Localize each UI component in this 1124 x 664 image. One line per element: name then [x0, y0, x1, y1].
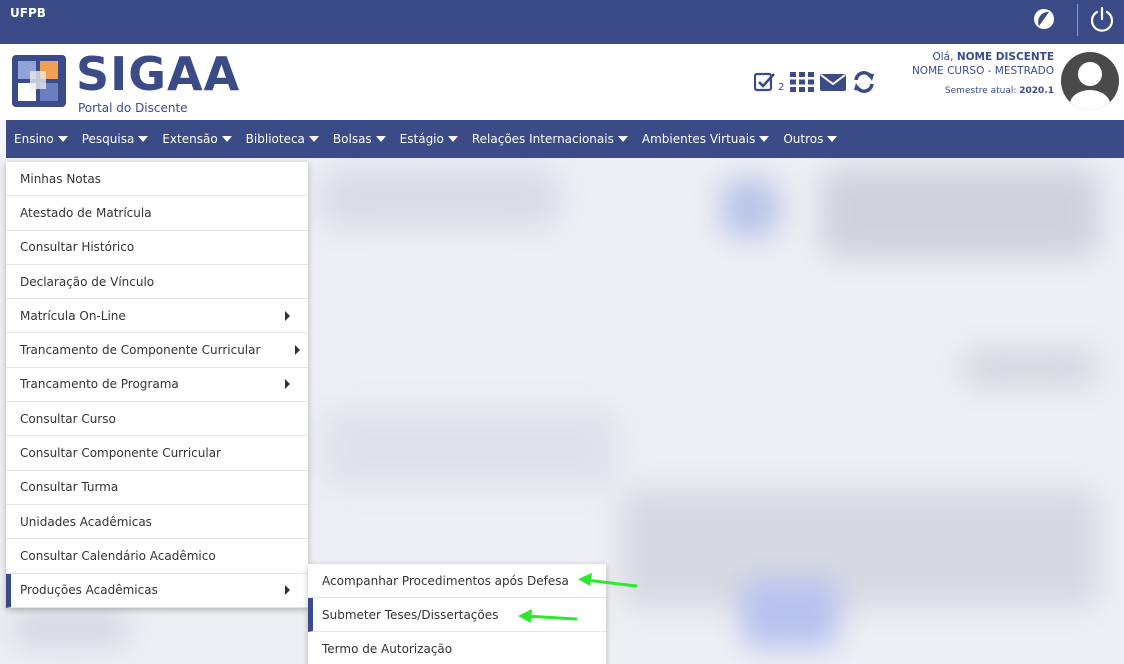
annotation-arrow-icon [518, 609, 578, 623]
mail-icon[interactable] [820, 72, 847, 92]
menu-item-label: Produções Acadêmicas [20, 583, 158, 598]
blurred-block [320, 168, 560, 228]
user-info: Olá, NOME DISCENTE NOME CURSO - MESTRADO… [912, 50, 1054, 98]
caret-down-icon [221, 136, 232, 142]
menu-item-label: Trancamento de Componente Curricular [20, 343, 261, 358]
menu-item-matricula-online[interactable]: Matrícula On-Line [6, 299, 308, 334]
caret-down-icon [827, 136, 838, 142]
nav-item-relacoes-internacionais[interactable]: Relações Internacionais [472, 132, 628, 146]
nav-label: Ambientes Virtuais [641, 132, 756, 146]
submenu-item-acompanhar-procedimentos[interactable]: Acompanhar Procedimentos após Defesa [308, 564, 606, 598]
menu-item-trancamento-componente[interactable]: Trancamento de Componente Curricular [6, 333, 308, 368]
menu-item-consultar-curso[interactable]: Consultar Curso [6, 402, 308, 437]
logo-title: SIGAA [76, 47, 241, 101]
semester-value: 2020.1 [1019, 86, 1054, 96]
check-icon[interactable] [754, 71, 776, 93]
student-name: NOME DISCENTE [956, 51, 1054, 63]
avatar[interactable] [1061, 52, 1119, 110]
semester-label: Semestre atual: [944, 86, 1017, 96]
menu-item-label: Matrícula On-Line [20, 308, 126, 323]
menu-item-label: Atestado de Matrícula [20, 205, 152, 220]
nav-label: Pesquisa [81, 132, 135, 146]
blurred-block [740, 578, 840, 648]
caret-down-icon [375, 136, 386, 142]
blurred-block [720, 178, 780, 238]
contrast-icon[interactable] [1032, 7, 1056, 31]
main-nav: Ensino Pesquisa Extensão Biblioteca Bols… [6, 120, 1124, 158]
ensino-dropdown-menu: Minhas Notas Atestado de Matrícula Consu… [6, 162, 308, 608]
nav-label: Estágio [399, 132, 444, 146]
caret-down-icon [617, 136, 628, 142]
caret-down-icon [447, 136, 458, 142]
grid-icon[interactable] [790, 71, 815, 93]
portal-subtitle: Portal do Discente [78, 101, 188, 115]
nav-item-ambientes-virtuais[interactable]: Ambientes Virtuais [641, 132, 770, 146]
check-count: 2 [778, 81, 785, 93]
nav-label: Extensão [162, 132, 218, 146]
submenu-item-label: Acompanhar Procedimentos após Defesa [322, 573, 569, 588]
refresh-icon[interactable] [852, 70, 876, 94]
chevron-right-icon [285, 310, 290, 321]
nav-item-outros[interactable]: Outros [783, 132, 838, 146]
nav-item-bolsas[interactable]: Bolsas [333, 132, 386, 146]
annotation-arrow-icon [578, 573, 638, 588]
menu-item-consultar-turma[interactable]: Consultar Turma [6, 471, 308, 505]
menu-item-label: Consultar Curso [20, 411, 116, 426]
nav-item-estagio[interactable]: Estágio [400, 132, 458, 146]
menu-item-consultar-calendario[interactable]: Consultar Calendário Acadêmico [6, 539, 308, 574]
chevron-right-icon [285, 585, 290, 596]
menu-item-declaracao-vinculo[interactable]: Declaração de Vínculo [6, 265, 308, 300]
menu-item-label: Consultar Componente Curricular [20, 446, 221, 461]
submenu-item-termo-autorizacao[interactable]: Termo de Autorização [308, 632, 606, 664]
caret-down-icon [759, 136, 770, 142]
menu-item-label: Minhas Notas [20, 171, 101, 186]
blurred-block [320, 408, 620, 488]
greeting-text: Olá, [932, 51, 954, 63]
top-bar: UFPB [0, 0, 1124, 44]
submenu-item-label: Termo de Autorização [322, 641, 453, 656]
menu-item-label: Consultar Histórico [20, 240, 135, 255]
caret-down-icon [308, 136, 319, 142]
blurred-block [960, 348, 1100, 388]
menu-item-label: Declaração de Vínculo [20, 274, 155, 289]
course-name: NOME CURSO - MESTRADO [911, 65, 1054, 77]
nav-item-extensao[interactable]: Extensão [162, 132, 232, 146]
caret-down-icon [138, 136, 149, 142]
sigaa-logo-icon [12, 55, 66, 107]
nav-item-biblioteca[interactable]: Biblioteca [246, 132, 319, 146]
blurred-block [820, 168, 1100, 258]
nav-label: Biblioteca [245, 132, 305, 146]
power-icon[interactable] [1088, 5, 1116, 33]
topbar-divider [1077, 4, 1078, 36]
menu-item-label: Trancamento de Programa [20, 377, 179, 392]
user-greeting: Olá, NOME DISCENTE [912, 50, 1055, 64]
nav-label: Ensino [14, 132, 54, 146]
menu-item-label: Consultar Calendário Acadêmico [20, 548, 216, 563]
nav-label: Outros [783, 132, 824, 146]
brand-label: UFPB [10, 6, 46, 20]
chevron-right-icon [285, 379, 290, 390]
submenu-item-label: Submeter Teses/Dissertações [322, 607, 499, 622]
chevron-right-icon [295, 345, 300, 356]
menu-item-trancamento-programa[interactable]: Trancamento de Programa [6, 368, 308, 403]
header: SIGAA Portal do Discente 2 Olá, NOME DIS… [0, 44, 1124, 120]
header-icons: 2 [754, 68, 876, 96]
menu-item-atestado-matricula[interactable]: Atestado de Matrícula [6, 196, 308, 231]
menu-item-unidades-academicas[interactable]: Unidades Acadêmicas [6, 505, 308, 540]
menu-item-label: Unidades Acadêmicas [20, 514, 152, 529]
semester-info: Semestre atual: 2020.1 [912, 84, 1054, 98]
blurred-block [10, 608, 130, 648]
blurred-block [620, 488, 1100, 608]
nav-item-ensino[interactable]: Ensino [14, 132, 68, 146]
caret-down-icon [57, 136, 68, 142]
nav-label: Relações Internacionais [471, 132, 614, 146]
user-silhouette-icon [1070, 62, 1110, 110]
nav-item-pesquisa[interactable]: Pesquisa [82, 132, 149, 146]
menu-item-minhas-notas[interactable]: Minhas Notas [6, 162, 308, 197]
menu-item-consultar-componente[interactable]: Consultar Componente Curricular [6, 436, 308, 471]
nav-label: Bolsas [332, 132, 372, 146]
menu-item-consultar-historico[interactable]: Consultar Histórico [6, 231, 308, 265]
menu-item-producoes-academicas[interactable]: Produções Acadêmicas [6, 573, 308, 608]
menu-item-label: Consultar Turma [20, 480, 119, 495]
